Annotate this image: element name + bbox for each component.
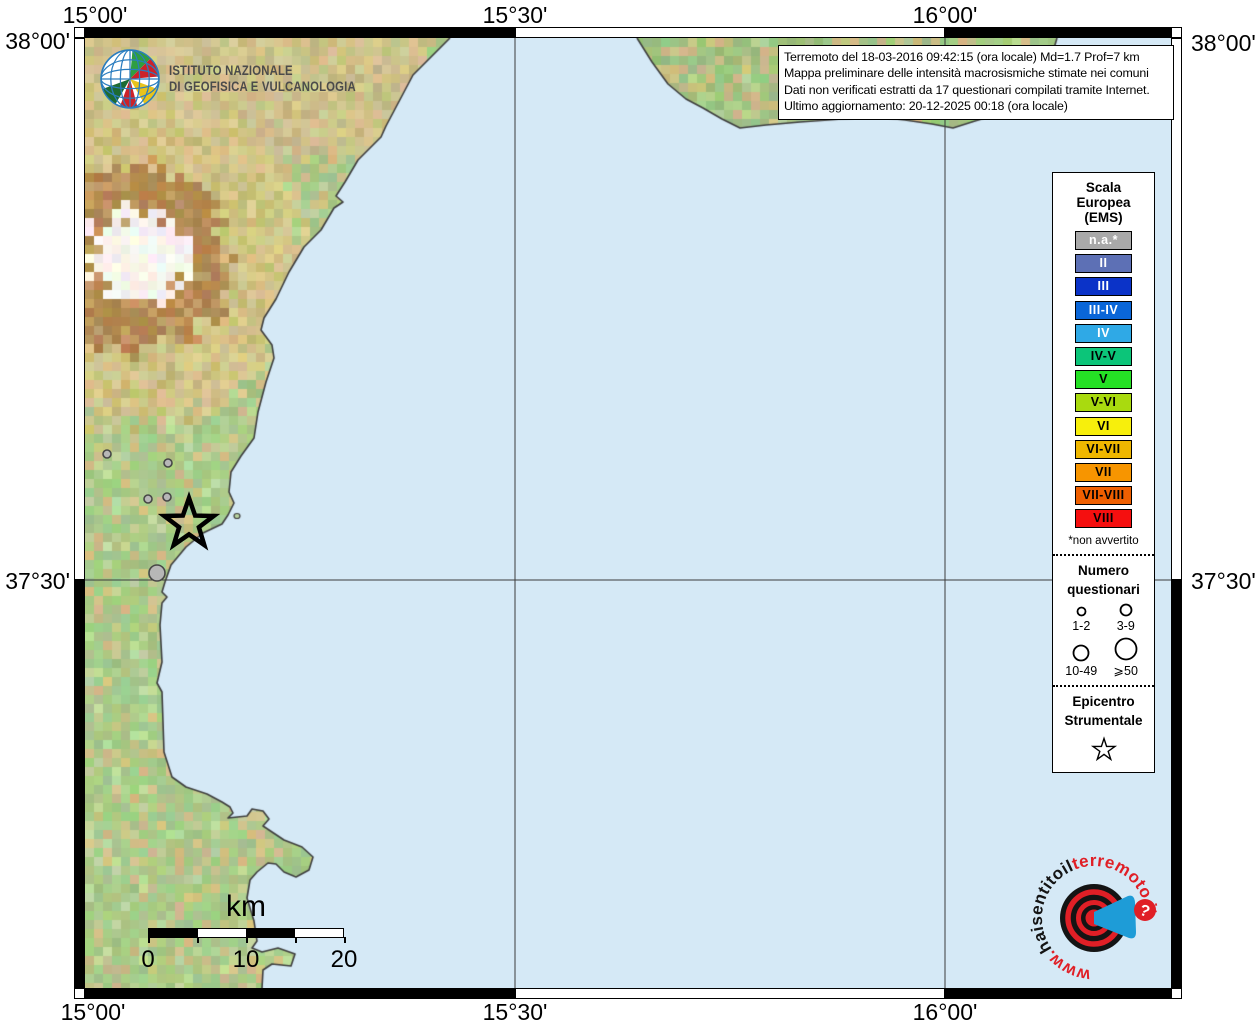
frame-segment-top-3 [945, 27, 1171, 38]
size-circle-icon [1071, 643, 1091, 663]
legend-footnote: *non avvertito [1053, 535, 1154, 547]
ingv-logo-line2: DI GEOFISICA E VULCANOLOGIA [169, 79, 356, 95]
scale-label-20: 20 [331, 946, 358, 974]
axis-label-top-15-00: 15°00' [63, 2, 128, 29]
size-circle-icon [1075, 605, 1088, 618]
size-circle-icon [1113, 636, 1139, 662]
ems-swatch-III: III [1075, 277, 1132, 296]
observation-point [149, 565, 165, 581]
info-line-event: Terremoto del 18-03-2016 09:42:15 (ora l… [784, 49, 1168, 65]
frame-segment-left-2 [74, 580, 85, 988]
legend-divider [1053, 685, 1154, 687]
frame-segment-top-1 [85, 27, 515, 38]
axis-label-right-38-00: 38°00' [1191, 30, 1255, 57]
frame-corner-bottom-left [74, 988, 85, 999]
ems-swatch-VI-VII: VI-VII [1075, 440, 1132, 459]
ems-swatch-IV: IV [1075, 324, 1132, 343]
questionnaire-class-1-2: 1-2 [1059, 602, 1104, 633]
epicenter-title-line1: Epicentro [1053, 692, 1154, 711]
questionnaire-class-3-9: 3-9 [1104, 602, 1149, 633]
ems-swatch-II: II [1075, 254, 1132, 273]
ingv-logo-text: ISTITUTO NAZIONALE DI GEOFISICA E VULCAN… [169, 63, 356, 94]
ems-swatch-n-a-: n.a.* [1075, 231, 1132, 250]
scale-tick [246, 937, 248, 943]
ingv-logo-line1: ISTITUTO NAZIONALE [169, 63, 356, 79]
scale-segment [246, 929, 295, 937]
axis-label-left-37-30: 37°30' [0, 568, 70, 595]
scale-tick [197, 937, 199, 943]
axis-label-bottom-15-30: 15°30' [483, 999, 548, 1026]
frame-segment-bottom-2 [515, 988, 945, 999]
epicenter-star-icon [1089, 734, 1119, 762]
haisentitoilterremoto-logo: www.haisentitoilterremoto.it ? [1028, 850, 1168, 990]
questionnaire-size-classes: 1-2 3-9 10-49 ⩾50 [1059, 602, 1148, 678]
observation-point [163, 493, 171, 501]
axis-label-left-38-00: 38°00' [0, 28, 70, 55]
observation-point [144, 495, 152, 503]
ems-swatch-III-IV: III-IV [1075, 301, 1132, 320]
scale-segment [198, 929, 247, 937]
ingv-logo: ISTITUTO NAZIONALE DI GEOFISICA E VULCAN… [97, 46, 517, 116]
ems-swatch-V-VI: V-VI [1075, 393, 1132, 412]
legend-divider [1053, 554, 1154, 556]
legend-title: Scala Europea (EMS) [1053, 180, 1154, 225]
axis-label-bottom-15-00: 15°00' [61, 999, 126, 1026]
info-line-map-type: Mappa preliminare delle intensità macros… [784, 65, 1168, 81]
scale-tick [148, 937, 150, 943]
map-canvas [85, 38, 1171, 988]
scale-bar-segments [148, 928, 344, 938]
scale-segment [149, 929, 198, 937]
axis-label-right-37-30: 37°30' [1191, 568, 1255, 595]
frame-segment-top-2 [515, 27, 945, 38]
scale-label-0: 0 [141, 946, 154, 974]
scale-segment [295, 929, 344, 937]
ems-swatch-V: V [1075, 370, 1132, 389]
scale-tick [295, 937, 297, 943]
observation-point [103, 450, 111, 458]
event-info-box: Terremoto del 18-03-2016 09:42:15 (ora l… [778, 45, 1174, 120]
scale-bar-unit: km [148, 892, 344, 922]
axis-label-top-15-30: 15°30' [483, 2, 548, 29]
epicenter-title: Epicentro Strumentale [1053, 692, 1154, 730]
epicenter-star [164, 498, 213, 545]
legend-title-line1: Scala [1053, 180, 1154, 195]
size-class-label: 3-9 [1117, 619, 1135, 633]
frame-segment-left-1 [74, 38, 85, 580]
legend-title-line3: (EMS) [1053, 210, 1154, 225]
map-legend: Scala Europea (EMS) n.a.*IIIIIIII-IVIVIV… [1052, 172, 1155, 773]
map-overlay-layer [85, 38, 1171, 988]
scale-tick [344, 937, 346, 943]
frame-corner-top-left [74, 27, 85, 38]
questionnaires-title-line1: Numero [1053, 561, 1154, 580]
axis-label-bottom-16-00: 16°00' [913, 999, 978, 1026]
ems-intensity-scale: n.a.*IIIIIIII-IVIVIV-VVV-VIVIVI-VIIVIIVI… [1053, 231, 1154, 528]
questionnaire-class-10-49: 10-49 [1059, 636, 1104, 678]
frame-corner-top-right [1171, 27, 1182, 38]
questionnaire-class-50: ⩾50 [1104, 636, 1149, 678]
questionnaires-title: Numero questionari [1053, 561, 1154, 599]
legend-title-line2: Europea [1053, 195, 1154, 210]
frame-corner-bottom-right [1171, 988, 1182, 999]
axis-label-top-16-00: 16°00' [913, 2, 978, 29]
scale-bar-labels: 0 10 20 [148, 946, 344, 972]
info-line-updated: Ultimo aggiornamento: 20-12-2025 00:18 (… [784, 98, 1168, 114]
size-class-label: 10-49 [1065, 664, 1097, 678]
epicenter-title-line2: Strumentale [1053, 711, 1154, 730]
info-line-data: Dati non verificati estratti da 17 quest… [784, 82, 1168, 98]
observation-point [164, 459, 172, 467]
size-class-label: 1-2 [1072, 619, 1090, 633]
size-circle-icon [1118, 602, 1134, 618]
size-class-label: ⩾50 [1114, 663, 1138, 678]
frame-segment-right-2 [1171, 580, 1182, 988]
frame-segment-bottom-1 [85, 988, 515, 999]
ems-swatch-VI: VI [1075, 417, 1132, 436]
map-scale-bar: km 0 10 20 [148, 892, 344, 972]
ingv-globe-icon [99, 48, 161, 110]
ems-swatch-VIII: VIII [1075, 509, 1132, 528]
ems-swatch-VII: VII [1075, 463, 1132, 482]
questionnaires-title-line2: questionari [1053, 580, 1154, 599]
scale-label-10: 10 [233, 946, 260, 974]
ems-swatch-VII-VIII: VII-VIII [1075, 486, 1132, 505]
ems-swatch-IV-V: IV-V [1075, 347, 1132, 366]
